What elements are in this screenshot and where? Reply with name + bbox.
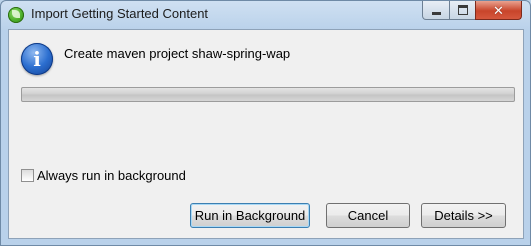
close-button[interactable]: ✕ <box>475 1 522 20</box>
close-icon: ✕ <box>493 2 504 18</box>
dialog-body: i Create maven project shaw-spring-wap A… <box>8 29 524 239</box>
details-button[interactable]: Details >> <box>421 203 506 228</box>
maximize-button[interactable] <box>449 1 476 20</box>
progress-bar <box>21 87 515 102</box>
dialog-window: Import Getting Started Content ✕ i Creat… <box>0 0 531 246</box>
run-in-background-button[interactable]: Run in Background <box>190 203 310 228</box>
maximize-icon <box>457 5 468 15</box>
minimize-icon <box>431 11 441 15</box>
always-run-background-option[interactable]: Always run in background <box>21 168 186 183</box>
always-run-background-checkbox[interactable] <box>21 169 34 182</box>
title-bar[interactable]: Import Getting Started Content ✕ <box>1 1 530 29</box>
progress-message: Create maven project shaw-spring-wap <box>64 46 291 61</box>
minimize-button[interactable] <box>422 1 450 20</box>
window-title: Import Getting Started Content <box>31 6 209 21</box>
checkbox-label[interactable]: Always run in background <box>37 168 186 183</box>
spring-leaf-icon <box>8 7 24 23</box>
info-icon: i <box>21 43 53 75</box>
cancel-button[interactable]: Cancel <box>326 203 410 228</box>
